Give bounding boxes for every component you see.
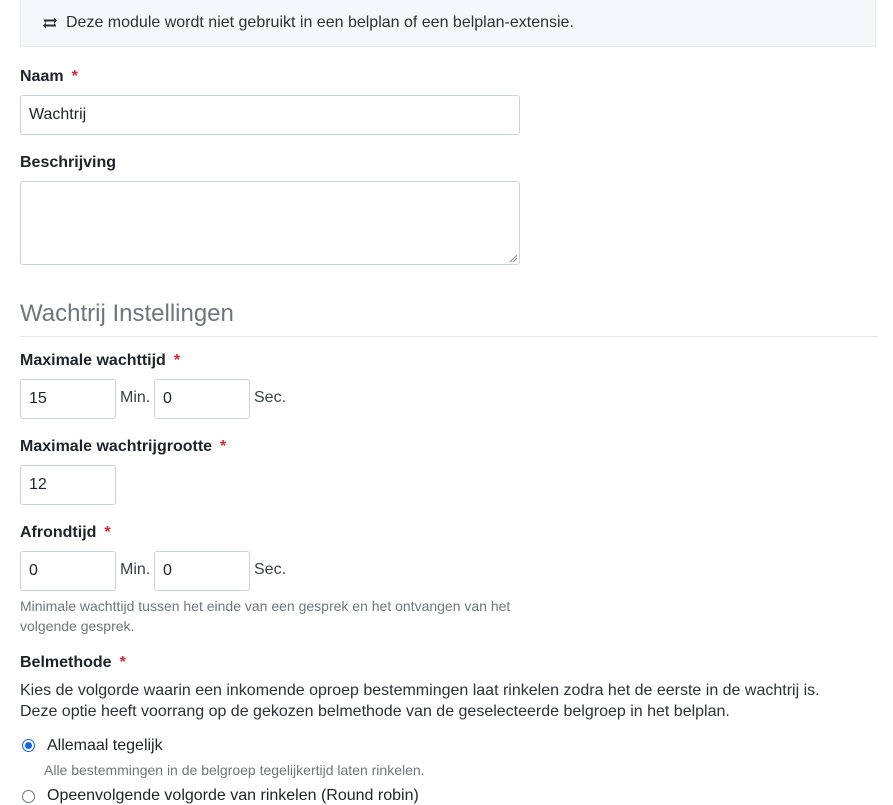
name-label: Naam *: [20, 68, 78, 85]
ring-all-radio[interactable]: [22, 739, 35, 752]
max-queue-size-label: Maximale wachtrijgrootte *: [20, 438, 227, 455]
ring-method-label: Belmethode *: [20, 654, 126, 671]
minutes-unit: Min.: [120, 561, 151, 578]
wrapup-label: Afrondtijd *: [20, 524, 111, 541]
required-marker: *: [119, 654, 126, 671]
ring-all-help: Alle bestemmingen in de belgroep tegelij…: [44, 762, 425, 778]
max-wait-label: Maximale wachttijd *: [20, 352, 181, 369]
max-queue-size-input[interactable]: 12: [20, 465, 116, 505]
required-marker: *: [173, 352, 181, 369]
wrapup-seconds-input[interactable]: 0: [154, 551, 250, 591]
required-marker: *: [104, 524, 111, 541]
name-input[interactable]: Wachtrij: [20, 95, 520, 135]
resize-grip-icon[interactable]: [509, 254, 517, 262]
max-wait-seconds-input[interactable]: 0: [154, 379, 250, 419]
notice-text: Deze module wordt niet gebruikt in een b…: [66, 14, 574, 31]
required-marker: *: [220, 438, 227, 455]
round-robin-label[interactable]: Opeenvolgende volgorde van rinkelen (Rou…: [47, 787, 419, 805]
ring-all-label[interactable]: Allemaal tegelijk: [47, 737, 163, 755]
wrapup-help-text: Minimale wachttijd tussen het einde van …: [20, 598, 511, 634]
minutes-unit: Min.: [120, 389, 151, 406]
seconds-unit: Sec.: [254, 561, 287, 578]
round-robin-radio[interactable]: [22, 790, 35, 803]
description-textarea[interactable]: [20, 181, 520, 265]
section-divider: [20, 336, 878, 337]
required-marker: *: [71, 68, 78, 85]
ring-method-description: Kies de volgorde waarin een inkomende op…: [20, 682, 820, 720]
wrapup-minutes-input[interactable]: 0: [20, 551, 116, 591]
section-title: Wachtrij Instellingen: [20, 300, 234, 327]
max-wait-minutes-input[interactable]: 15: [20, 379, 116, 419]
description-label: Beschrijving: [20, 154, 117, 171]
repeat-icon: [41, 16, 59, 30]
module-usage-notice: Deze module wordt niet gebruikt in een b…: [20, 0, 876, 47]
seconds-unit: Sec.: [254, 389, 287, 406]
